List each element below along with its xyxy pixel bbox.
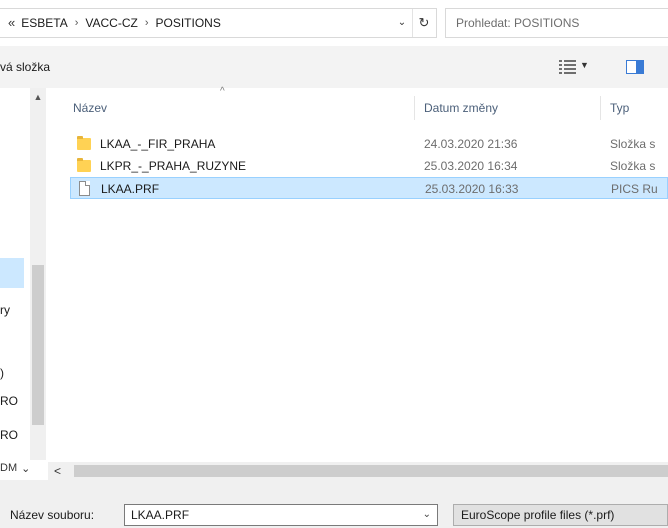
column-header-type[interactable]: Typ bbox=[610, 96, 629, 120]
horizontal-scrollbar-thumb[interactable] bbox=[74, 465, 668, 477]
breadcrumb-separator-icon[interactable]: › bbox=[145, 9, 149, 37]
sort-ascending-icon: ^ bbox=[220, 86, 225, 97]
filename-bar: Název souboru: ⌄ EuroScope profile files… bbox=[0, 480, 668, 528]
folder-icon bbox=[76, 158, 92, 174]
file-date: 24.03.2020 21:36 bbox=[424, 137, 518, 151]
new-folder-button[interactable]: vá složka bbox=[0, 46, 50, 88]
nav-scroll-down-icon[interactable]: ⌄ bbox=[21, 462, 30, 475]
file-date: 25.03.2020 16:33 bbox=[425, 182, 519, 196]
nav-selected-item[interactable] bbox=[0, 258, 24, 288]
nav-item-fragment[interactable]: ) bbox=[0, 366, 4, 380]
column-header-name-label: Název bbox=[73, 101, 108, 115]
file-row[interactable]: LKAA_-_FIR_PRAHA 24.03.2020 21:36 Složka… bbox=[70, 133, 668, 155]
view-options-dropdown-icon[interactable]: ▼ bbox=[580, 60, 589, 70]
breadcrumb-overflow-chevron[interactable]: « bbox=[8, 9, 15, 37]
column-divider[interactable] bbox=[600, 96, 601, 120]
address-history-dropdown-icon[interactable]: ⌄ bbox=[393, 9, 411, 37]
breadcrumb-separator-icon[interactable]: › bbox=[75, 9, 79, 37]
search-box[interactable] bbox=[445, 8, 668, 38]
filetype-value: EuroScope profile files (*.prf) bbox=[461, 508, 615, 522]
column-divider[interactable] bbox=[414, 96, 415, 120]
refresh-icon[interactable]: ↻ bbox=[412, 9, 435, 37]
file-type: Složka s bbox=[610, 159, 656, 173]
file-type: PICS Ru bbox=[611, 182, 658, 196]
file-list: Název ^ Datum změny Typ LKAA_-_FIR_PRAHA… bbox=[48, 86, 668, 462]
search-input[interactable] bbox=[456, 9, 666, 37]
file-name: LKAA_-_FIR_PRAHA bbox=[100, 137, 216, 151]
view-options-icon[interactable] bbox=[558, 58, 578, 76]
filename-label: Název souboru: bbox=[10, 508, 95, 522]
address-bar-row: « ESBETA › VACC-CZ › POSITIONS ⌄ ↻ bbox=[0, 0, 668, 46]
nav-scroll-up-icon[interactable]: ▲ bbox=[30, 92, 46, 102]
navigation-pane[interactable]: ry ) RO RO DM ⌄ ▲ bbox=[0, 88, 48, 480]
filetype-select[interactable]: EuroScope profile files (*.prf) bbox=[453, 504, 668, 526]
nav-item-fragment[interactable]: RO bbox=[0, 428, 18, 442]
document-icon bbox=[77, 181, 93, 197]
file-row[interactable]: LKPR_-_PRAHA_RUZYNE 25.03.2020 16:34 Slo… bbox=[70, 155, 668, 177]
column-header-date[interactable]: Datum změny bbox=[424, 96, 498, 120]
nav-bottom-row: DM ⌄ bbox=[0, 458, 30, 478]
horizontal-scrollbar[interactable]: < bbox=[48, 462, 668, 480]
scroll-left-icon[interactable]: < bbox=[54, 462, 61, 480]
nav-scrollbar-thumb[interactable] bbox=[32, 265, 44, 425]
toolbar: vá složka ▼ bbox=[0, 46, 668, 88]
file-name: LKAA.PRF bbox=[101, 182, 160, 196]
file-name: LKPR_-_PRAHA_RUZYNE bbox=[100, 159, 247, 173]
nav-item-fragment[interactable]: DM bbox=[0, 462, 17, 474]
address-bar[interactable]: « ESBETA › VACC-CZ › POSITIONS ⌄ ↻ bbox=[0, 8, 437, 38]
nav-item-fragment[interactable]: ry bbox=[0, 303, 10, 317]
preview-pane-icon[interactable] bbox=[626, 60, 644, 74]
file-type: Složka s bbox=[610, 137, 656, 151]
folder-icon bbox=[76, 136, 92, 152]
filename-input[interactable] bbox=[131, 505, 411, 525]
nav-item-fragment[interactable]: RO bbox=[0, 394, 18, 408]
breadcrumb: « ESBETA › VACC-CZ › POSITIONS bbox=[8, 9, 221, 37]
filename-dropdown-icon[interactable]: ⌄ bbox=[423, 505, 431, 525]
breadcrumb-item-esbeta[interactable]: ESBETA bbox=[21, 9, 67, 37]
breadcrumb-item-positions[interactable]: POSITIONS bbox=[156, 9, 221, 37]
file-date: 25.03.2020 16:34 bbox=[424, 159, 518, 173]
column-header-name[interactable]: Název bbox=[73, 96, 107, 120]
file-row-selected[interactable]: LKAA.PRF 25.03.2020 16:33 PICS Ru bbox=[70, 177, 668, 199]
filename-combobox[interactable]: ⌄ bbox=[124, 504, 438, 526]
breadcrumb-item-vacc-cz[interactable]: VACC-CZ bbox=[85, 9, 137, 37]
